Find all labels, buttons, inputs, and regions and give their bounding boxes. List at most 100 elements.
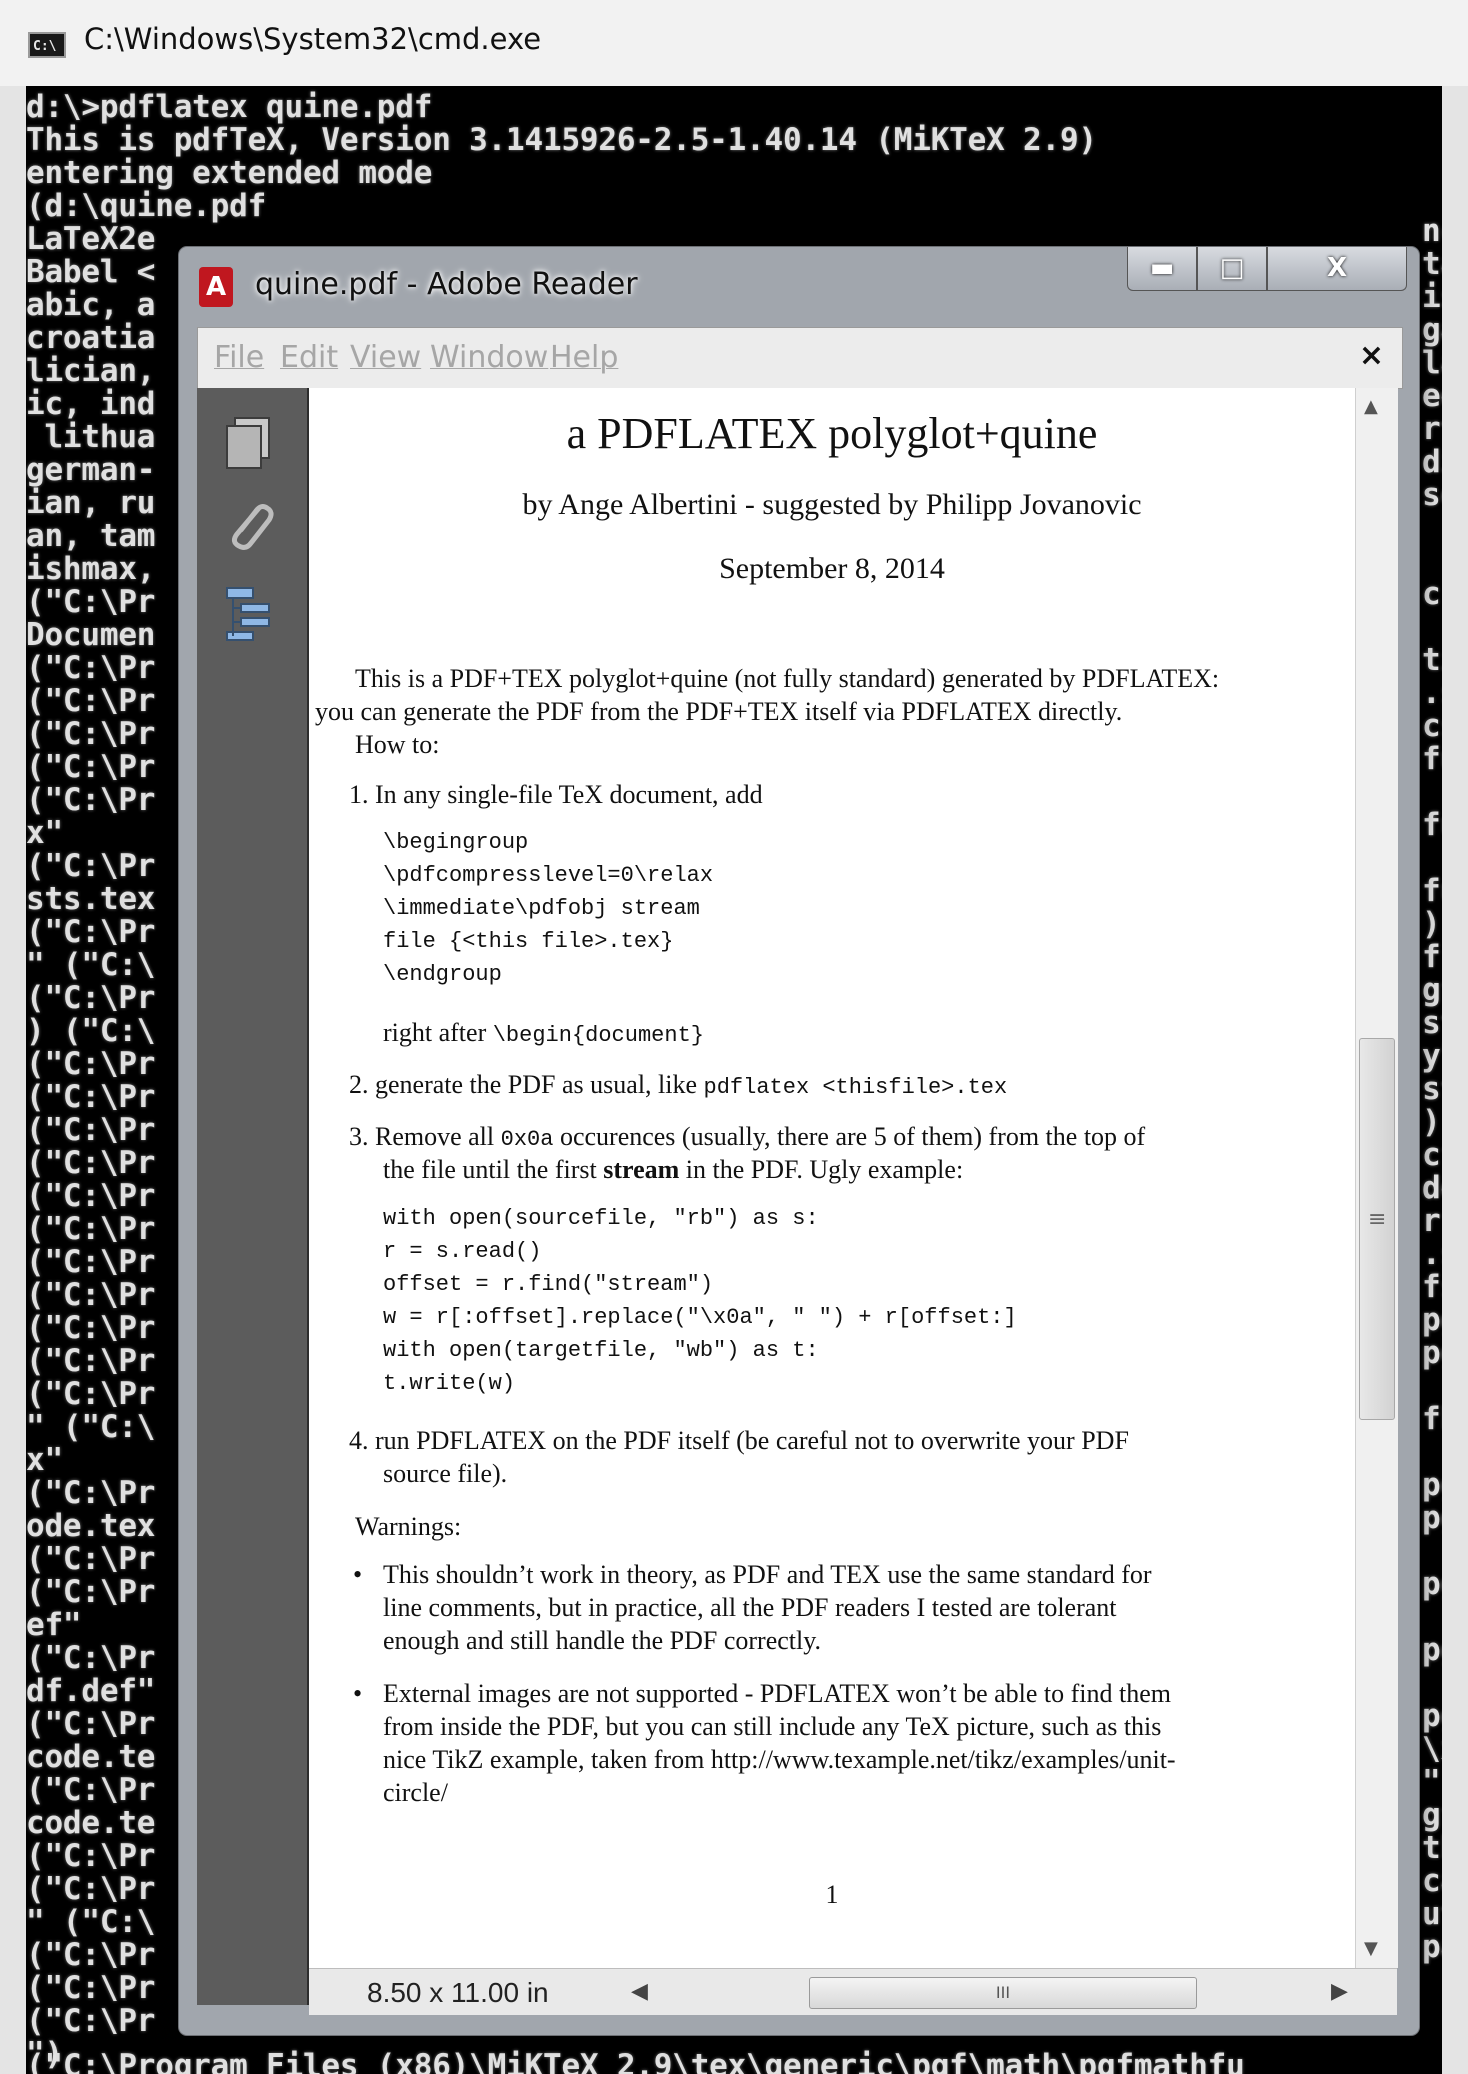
console-line: ("C:\Pr [26,650,156,686]
console-line: ("C:\Pr [26,584,156,620]
menu-file[interactable]: File [214,340,264,375]
console-line-fragment: pa [1422,1929,1442,1965]
menu-bar: File Edit View Window Help × [197,327,1403,389]
pages-icon[interactable] [219,412,281,474]
console-line: german- [26,452,156,488]
console-line: ) ("C:\ [26,1013,156,1049]
console-line-fragment: ga [1422,312,1442,348]
status-bar: 8.50 x 11.00 in ◀ III ▶ [309,1968,1397,2015]
console-line: " ("C:\ [26,947,156,983]
reader-titlebar[interactable]: A quine.pdf - Adobe Reader ▬ □ X [179,247,1419,329]
scroll-left-icon[interactable]: ◀ [631,1979,648,2004]
intro-line-2: you can generate the PDF from the PDF+TE… [315,697,1123,726]
console-line-fragment: st [1422,1071,1442,1107]
code-line: \immediate\pdfobj stream [383,896,700,921]
adobe-pdf-icon: A [199,267,233,307]
vertical-scrollbar[interactable]: ▲ ≡ ▼ [1355,388,1398,1968]
close-document-icon[interactable]: × [1359,338,1384,373]
console-line-fragment: cs [1422,708,1442,744]
menu-edit[interactable]: Edit [280,340,338,375]
console-line: ("C:\Program Files (x86)\MiKTeX 2.9\tex\… [26,2048,1245,2074]
console-line-fragment: fu [1422,741,1442,777]
code-line: file {<this file>.tex} [383,929,674,954]
adobe-reader-window[interactable]: A quine.pdf - Adobe Reader ▬ □ X File Ed… [178,246,1420,2036]
console-line-fragment: ti [1422,642,1442,678]
bookmarks-icon[interactable] [219,582,281,644]
console-line-fragment: y" [1422,1038,1442,1074]
bullet-2-line: circle/ [383,1778,448,1807]
console-line-fragment: fr [1422,939,1442,975]
console-line: " ("C:\ [26,1904,156,1940]
console-line-fragment: ta [1422,246,1442,282]
scroll-up-icon[interactable]: ▲ [1364,396,1378,417]
horizontal-scroll-thumb[interactable]: III [809,1977,1197,2009]
menu-window[interactable]: Window [430,340,548,375]
console-line: ("C:\Pr [26,980,156,1016]
scroll-down-icon[interactable]: ▼ [1364,1938,1378,1959]
console-line: ("C:\Pr [26,1310,156,1346]
close-button[interactable]: X [1267,247,1407,291]
step-2: 2. generate the PDF as usual, like pdfla… [349,1070,1008,1100]
grip-icon: ≡ [1368,1207,1387,1232]
console-line: ("C:\Pr [26,1145,156,1181]
console-line: ("C:\Pr [26,1937,156,1973]
console-line-fragment: ee [1422,378,1442,414]
console-line: ("C:\Pr [26,1277,156,1313]
console-line: ("C:\Pr [26,1046,156,1082]
vertical-scroll-thumb[interactable]: ≡ [1359,1038,1395,1420]
bullet-1-line: This shouldn’t work in theory, as PDF an… [383,1560,1152,1589]
console-line-fragment: pg [1422,1632,1442,1668]
code-line: \endgroup [383,962,502,987]
console-line-fragment: )) [1422,906,1442,942]
console-line: an, tam [26,518,156,554]
console-line-fragment: pg [1422,1566,1442,1602]
step-3-line-1: 3. Remove all 0x0a occurences (usually, … [349,1122,1146,1152]
console-line-fragment: gf [1422,972,1442,1008]
console-line: ("C:\Pr [26,749,156,785]
page-number: 1 [825,1880,839,1909]
console-line-fragment: pg [1422,1698,1442,1734]
code-line: t.write(w) [383,1371,516,1396]
console-line: ("C:\Pr [26,1343,156,1379]
bullet-icon: • [353,1560,363,1589]
document-area[interactable]: a PDFLATEX polyglot+quine by Ange Albert… [309,388,1397,1968]
console-line-fragment: pg [1422,1500,1442,1536]
console-line: Babel < [26,254,156,290]
console-line: ishmax, [26,551,156,587]
console-line-fragment: pg [1422,1467,1442,1503]
cmd-icon: C:\ [28,32,66,58]
console-line-fragment: fu [1422,807,1442,843]
warnings-label: Warnings: [355,1512,462,1541]
navigation-pane [197,388,309,2005]
attachments-icon[interactable] [219,494,281,556]
maximize-button[interactable]: □ [1197,247,1267,291]
console-line: ode.tex [26,1508,156,1544]
step-1: 1. In any single-file TeX document, add [349,780,763,809]
console-line-fragment: ca [1422,1863,1442,1899]
console-line-fragment: la [1422,345,1442,381]
console-line-fragment: c [1422,576,1441,612]
console-line-fragment: nc [1422,213,1442,249]
scroll-right-icon[interactable]: ▶ [1331,1979,1348,2004]
menu-view[interactable]: View [350,340,421,375]
console-line-fragment: fu [1422,873,1442,909]
intro-line-1: This is a PDF+TEX polyglot+quine (not fu… [355,664,1220,693]
cmd-titlebar[interactable]: C:\ C:\Windows\System32\cmd.exe [0,0,1468,87]
console-line-fragment: st [1422,1005,1442,1041]
console-line-fragment: .s [1422,675,1442,711]
console-line-fragment: ut [1422,1896,1442,1932]
console-line: lithua [26,419,156,455]
bullet-2-line: External images are not supported - PDFL… [383,1679,1172,1708]
page-size-label: 8.50 x 11.00 in [367,1977,549,2008]
console-line-fragment: ") [1422,1764,1442,1800]
console-line-fragment: th [1422,1830,1442,1866]
pdf-page[interactable]: a PDFLATEX polyglot+quine by Ange Albert… [309,388,1355,1968]
code-line: offset = r.find("stream") [383,1272,714,1297]
menu-help[interactable]: Help [550,340,618,375]
code-line: with open(targetfile, "wb") as t: [383,1338,819,1363]
console-line-fragment: di [1422,444,1442,480]
console-line: ("C:\Pr [26,1970,156,2006]
minimize-button[interactable]: ▬ [1127,247,1197,291]
pdf-author: by Ange Albertini - suggested by Philipp… [522,488,1142,521]
console-line: ("C:\Pr [26,1706,156,1742]
